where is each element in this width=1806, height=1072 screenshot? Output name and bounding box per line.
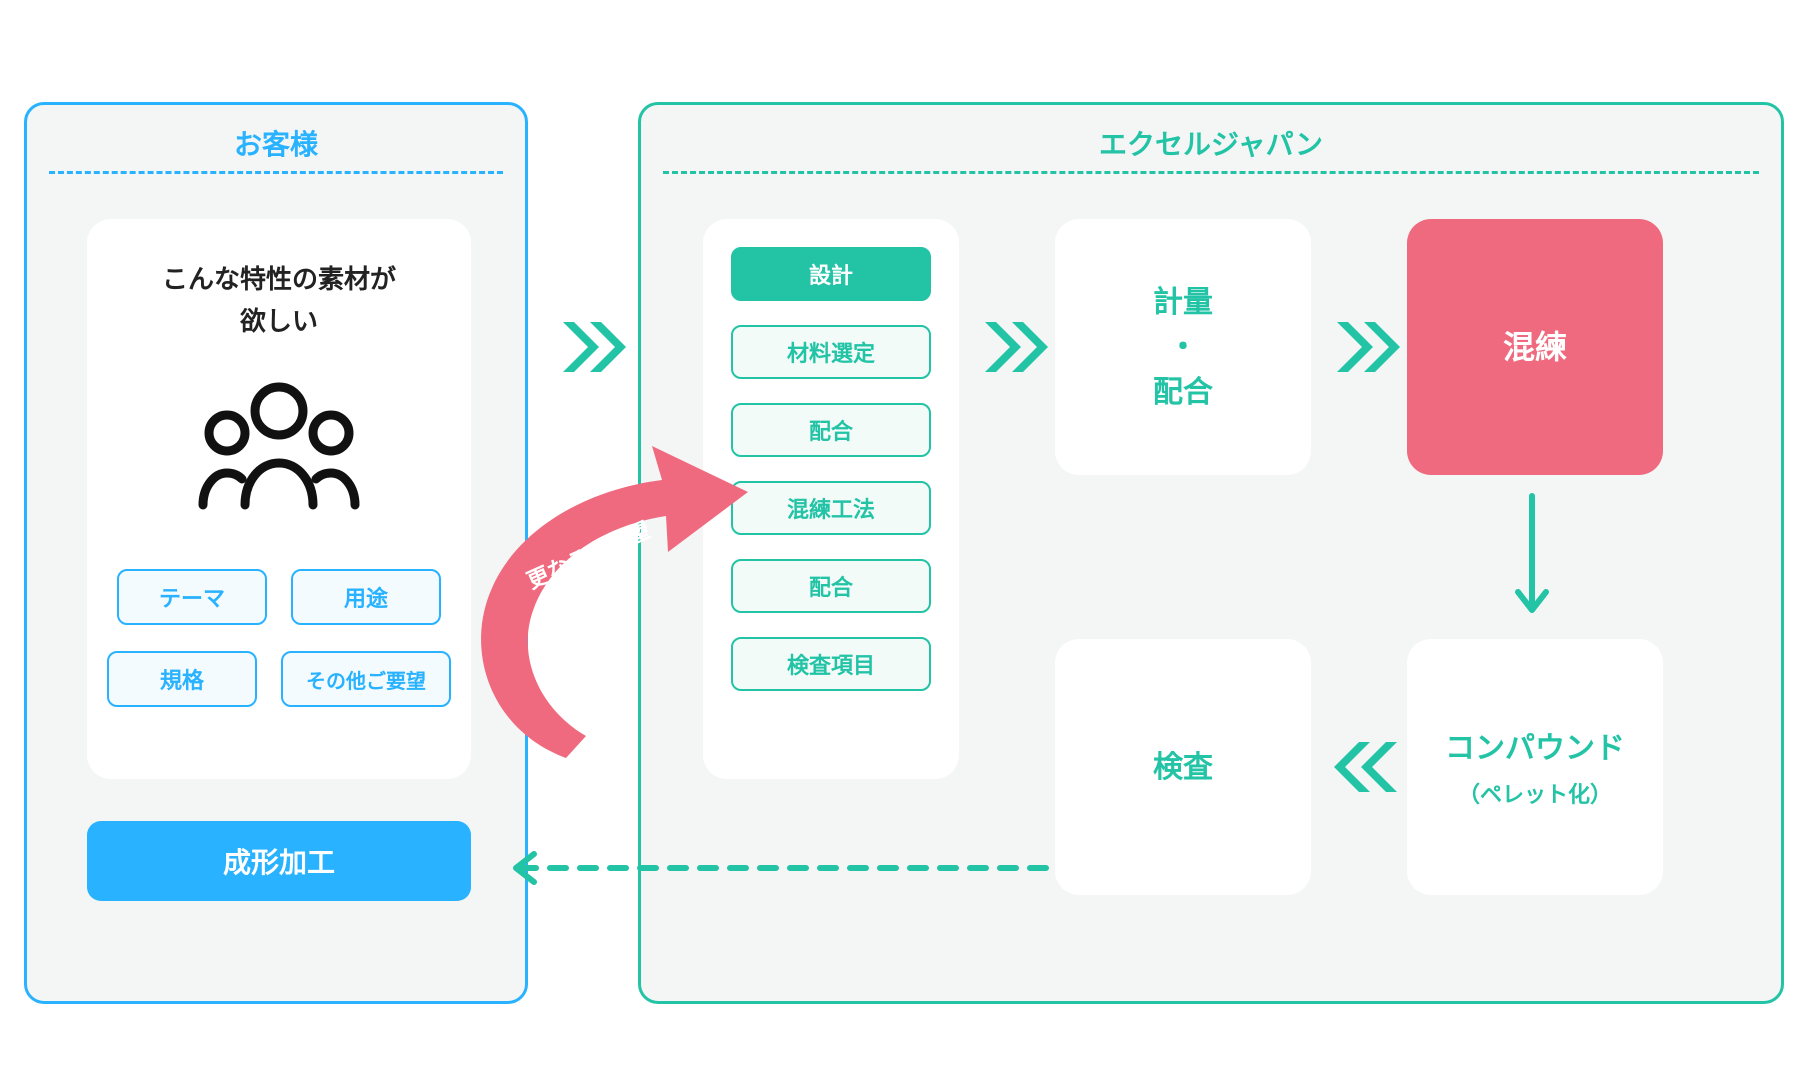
tag-use: 用途 (291, 569, 441, 625)
chevron-left-icon (1332, 742, 1402, 792)
compound-card: コンパウンド （ペレット化） (1407, 639, 1663, 895)
design-item-active: 設計 (731, 247, 931, 301)
diagram-canvas: お客様 こんな特性の素材が 欲しい (0, 0, 1806, 1072)
design-item-4: 配合 (731, 559, 931, 613)
tag-row-1: テーマ 用途 (87, 569, 471, 625)
customer-panel-title: お客様 (27, 123, 525, 163)
tag-theme: テーマ (117, 569, 267, 625)
customer-panel-divider (49, 171, 503, 174)
compound-line2: （ペレット化） (1458, 777, 1612, 809)
feedback-arrow: 更なるご要望 (456, 440, 756, 770)
design-item-1: 材料選定 (731, 325, 931, 379)
design-item-3: 混練工法 (731, 481, 931, 535)
measure-dot: ・ (1168, 325, 1198, 370)
compound-line1: コンパウンド (1445, 726, 1625, 771)
design-item-5: 検査項目 (731, 637, 931, 691)
tag-standard: 規格 (107, 651, 257, 707)
customer-panel: お客様 こんな特性の素材が 欲しい (24, 102, 528, 1004)
company-panel-divider (663, 171, 1759, 174)
chevron-right-icon (558, 322, 628, 372)
heading-line2: 欲しい (240, 306, 318, 336)
chevron-right-icon (1332, 322, 1402, 372)
chevron-right-icon (980, 322, 1050, 372)
dashed-arrow-left-icon (494, 848, 1054, 893)
company-panel-title: エクセルジャパン (641, 123, 1781, 163)
arrow-down-icon (1512, 492, 1552, 622)
people-icon (189, 377, 369, 517)
tag-other: その他ご要望 (281, 651, 451, 707)
measure-line1: 計量 (1153, 280, 1213, 325)
tag-row-2: 規格 その他ご要望 (87, 651, 471, 707)
heading-line1: こんな特性の素材が (162, 264, 396, 294)
measure-line2: 配合 (1153, 370, 1213, 415)
inspection-card: 検査 (1055, 639, 1311, 895)
inspection-label: 検査 (1153, 745, 1213, 790)
customer-request-card: こんな特性の素材が 欲しい テーマ 用途 (87, 219, 471, 779)
customer-request-heading: こんな特性の素材が 欲しい (87, 259, 471, 342)
design-item-2: 配合 (731, 403, 931, 457)
molding-box: 成形加工 (87, 821, 471, 901)
kneading-card: 混練 (1407, 219, 1663, 475)
measure-card: 計量 ・ 配合 (1055, 219, 1311, 475)
kneading-label: 混練 (1503, 323, 1567, 371)
